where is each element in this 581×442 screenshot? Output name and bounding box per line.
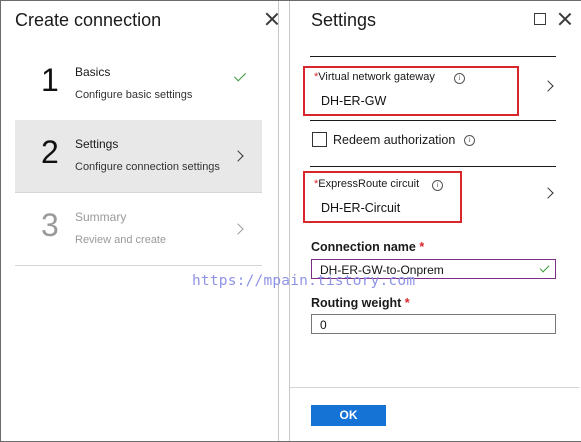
routing-weight-input[interactable]: 0 [311, 314, 556, 334]
chevron-right-icon [542, 187, 554, 199]
step-description: Configure basic settings [75, 89, 193, 101]
step-description: Review and create [75, 234, 167, 246]
divider [310, 56, 556, 57]
close-icon[interactable] [558, 12, 572, 26]
step-number: 3 [41, 207, 59, 243]
close-icon[interactable] [265, 12, 279, 26]
virtual-network-gateway-selector[interactable]: *Virtual network gateway i DH-ER-GW [303, 61, 557, 117]
step-settings[interactable]: 2 Settings Configure connection settings [15, 120, 262, 193]
settings-title: Settings [311, 10, 377, 30]
divider [310, 120, 556, 121]
ok-button[interactable]: OK [311, 405, 386, 426]
info-icon[interactable]: i [464, 135, 475, 146]
checkmark-icon [233, 69, 247, 82]
info-icon[interactable]: i [432, 180, 443, 191]
redeem-authorization-label: Redeem authorization [333, 133, 456, 147]
expressroute-circuit-selector[interactable]: *ExpressRoute circuit i DH-ER-Circuit [303, 168, 557, 224]
virtual-network-gateway-label: *Virtual network gateway [314, 71, 435, 83]
expressroute-circuit-value: DH-ER-Circuit [321, 201, 401, 215]
step-name: Settings [75, 137, 119, 151]
step-basics[interactable]: 1 Basics Configure basic settings [15, 48, 262, 121]
redeem-authorization-checkbox[interactable] [312, 132, 327, 147]
step-number: 2 [41, 134, 59, 170]
expressroute-circuit-label: *ExpressRoute circuit [314, 178, 420, 190]
step-number: 1 [41, 62, 59, 98]
step-description: Configure connection settings [75, 161, 220, 173]
chevron-right-icon [232, 223, 244, 235]
step-summary[interactable]: 3 Summary Review and create [15, 193, 262, 266]
step-name: Summary [75, 210, 127, 224]
maximize-icon[interactable] [534, 13, 546, 25]
chevron-right-icon [542, 80, 554, 92]
step-name: Basics [75, 65, 111, 79]
connection-name-label: Connection name * [311, 240, 425, 254]
info-icon[interactable]: i [454, 73, 465, 84]
divider [310, 166, 556, 167]
create-connection-title: Create connection [15, 10, 162, 30]
watermark-text: https://mpain.tistory.com [192, 273, 416, 289]
checkmark-icon [539, 262, 550, 273]
chevron-right-icon [232, 150, 244, 162]
routing-weight-label: Routing weight * [311, 296, 410, 310]
routing-weight-value: 0 [320, 318, 327, 332]
virtual-network-gateway-value: DH-ER-GW [321, 94, 387, 108]
footer-divider [290, 387, 579, 388]
